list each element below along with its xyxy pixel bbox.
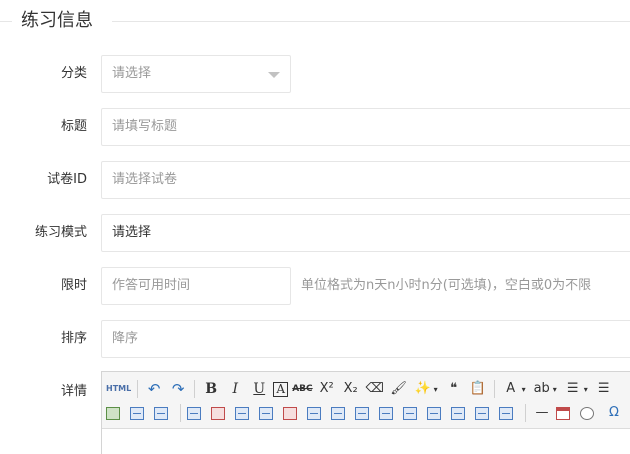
table-right-icon[interactable]: [427, 406, 441, 420]
delete-table-icon[interactable]: [211, 406, 225, 420]
table-fit-icon[interactable]: [451, 406, 465, 420]
image-icon[interactable]: [106, 406, 120, 420]
table-left-icon[interactable]: [379, 406, 393, 420]
title-input[interactable]: 请填写标题: [101, 108, 630, 146]
date-icon[interactable]: [556, 406, 570, 420]
font-color-button[interactable]: A: [501, 379, 521, 399]
paper-id-label: 试卷ID: [47, 172, 87, 187]
delete-col-icon[interactable]: [331, 406, 345, 420]
time-icon[interactable]: [580, 406, 594, 420]
legend-line-left: [0, 21, 12, 22]
magic-wand-icon[interactable]: ✨: [413, 379, 433, 399]
html-source-button[interactable]: HTML: [106, 379, 131, 399]
legend-line-right: [112, 21, 630, 22]
font-border-button[interactable]: A: [273, 381, 289, 397]
bold-button[interactable]: B: [201, 379, 221, 399]
mode-label: 练习模式: [34, 225, 87, 240]
format-brush-icon[interactable]: 🖌: [389, 379, 409, 399]
time-limit-row: 限时 作答可用时间 单位格式为n天n小时n分(可选填)，空白或0为不限: [0, 267, 630, 305]
ordered-list-icon[interactable]: ☰: [563, 379, 583, 399]
underline-button[interactable]: U: [249, 379, 269, 399]
title-row: 标题 请填写标题: [0, 108, 630, 146]
editor-toolbar: HTML↶↷BIUAABCX²X₂⌫🖌✨▾❝📋A▾ab▾☰▾☰ —ΩΣ: [102, 372, 630, 429]
special-char-icon[interactable]: Ω: [604, 403, 624, 423]
toolbar-row-1: HTML ↶ ↷ B I U A ABC X² X₂ ⌫ 🖌 ✨ ▾ ❝ 📋 A ▾ ab ▾ ☰ ▾ ☰: [106, 378, 618, 400]
subscript-button[interactable]: X₂: [341, 379, 361, 399]
superscript-button[interactable]: X²: [317, 379, 337, 399]
paste-text-icon[interactable]: 📋: [468, 379, 488, 399]
sort-input[interactable]: 降序: [101, 320, 630, 358]
toolbar-separator: [180, 404, 181, 422]
toolbar-separator: [194, 380, 196, 398]
toolbar-separator: [137, 380, 139, 398]
unordered-list-icon[interactable]: ☰: [594, 379, 614, 399]
time-limit-label: 限时: [60, 278, 87, 293]
undo-icon[interactable]: ↶: [144, 379, 164, 399]
caret-down-icon[interactable]: ▾: [584, 385, 588, 394]
paper-id-input[interactable]: 请选择试卷: [101, 161, 630, 199]
sort-row: 排序 降序: [0, 320, 630, 358]
eraser-icon[interactable]: ⌫: [365, 379, 385, 399]
strikethrough-button[interactable]: ABC: [292, 379, 312, 399]
category-row: 分类 请选择: [0, 55, 630, 93]
toolbar-separator: [525, 404, 526, 422]
caret-down-icon[interactable]: ▾: [522, 385, 526, 394]
time-limit-input[interactable]: 作答可用时间: [101, 267, 291, 305]
category-value: 请选择: [112, 66, 152, 81]
table-icon[interactable]: [187, 406, 201, 420]
editor-content-area[interactable]: [102, 429, 630, 454]
rich-text-editor[interactable]: HTML↶↷BIUAABCX²X₂⌫🖌✨▾❝📋A▾ab▾☰▾☰ —ΩΣ: [101, 371, 630, 454]
sort-label: 排序: [60, 331, 87, 346]
merge-cells-icon[interactable]: [259, 406, 273, 420]
paper-id-row: 试卷ID 请选择试卷: [0, 161, 630, 199]
italic-button[interactable]: I: [225, 379, 245, 399]
redo-icon[interactable]: ↷: [168, 379, 188, 399]
mode-row: 练习模式 请选择: [0, 214, 630, 252]
blockquote-icon[interactable]: ❝: [444, 379, 464, 399]
insert-frame-icon[interactable]: [130, 406, 144, 420]
template-icon[interactable]: [154, 406, 168, 420]
caret-down-icon[interactable]: ▾: [434, 385, 438, 394]
insert-row-icon[interactable]: [235, 406, 249, 420]
title-label: 标题: [60, 119, 87, 134]
insert-caption-icon[interactable]: [355, 406, 369, 420]
highlight-button[interactable]: ab: [532, 379, 552, 399]
mode-select[interactable]: 请选择: [101, 214, 630, 252]
toolbar-row-2: —ΩΣ: [106, 402, 630, 424]
section-title: 练习信息: [21, 10, 93, 31]
toolbar-separator: [493, 380, 495, 398]
chevron-down-icon: [268, 72, 280, 78]
details-label: 详情: [60, 384, 87, 399]
split-cells-icon[interactable]: [283, 406, 297, 420]
insert-col-icon[interactable]: [307, 406, 321, 420]
table-columns-icon[interactable]: [499, 406, 513, 420]
caret-down-icon[interactable]: ▾: [553, 385, 557, 394]
category-select[interactable]: 请选择: [101, 55, 291, 93]
time-limit-hint: 单位格式为n天n小时n分(可选填)，空白或0为不限: [301, 278, 592, 293]
category-label: 分类: [60, 66, 87, 81]
table-center-icon[interactable]: [403, 406, 417, 420]
horizontal-rule-icon[interactable]: —: [532, 403, 552, 423]
table-stretch-icon[interactable]: [475, 406, 489, 420]
